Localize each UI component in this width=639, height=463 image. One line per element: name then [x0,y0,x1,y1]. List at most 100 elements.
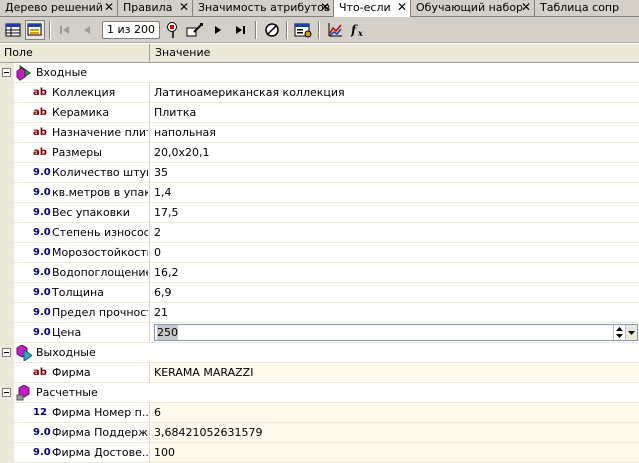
table-row[interactable]: ab Коллекция Латиноамериканская коллекци… [0,83,639,103]
close-icon[interactable]: ✕ [397,0,407,14]
group-row-input[interactable]: Входные [0,63,639,83]
attribute-name: кв.метров в упак... [52,186,148,199]
edit-icon[interactable] [185,20,205,40]
close-icon[interactable]: ✕ [104,0,114,14]
value-editor-field[interactable]: 250 [154,324,638,341]
attribute-name: Фирма Номер п... [52,406,148,419]
close-icon[interactable]: ✕ [320,0,330,14]
toolbar-separator [49,21,51,39]
table-row[interactable]: ab Керамика Плитка [0,103,639,123]
table-row[interactable]: 9.0 Предел прочности 21 [0,303,639,323]
attribute-value[interactable]: напольная [151,123,639,142]
collapse-icon[interactable] [2,348,11,357]
table-row[interactable]: 9.0 Водопоглощение 16,2 [0,263,639,283]
attribute-value[interactable]: 0 [151,243,639,262]
formula-icon[interactable]: fx [349,20,369,40]
attribute-name: Степень износос... [52,226,148,239]
numeric-type-icon: 9.0 [33,287,51,298]
group-row-output[interactable]: Выходные [0,343,639,363]
string-type-icon: ab [33,107,47,118]
attribute-value[interactable]: 16,2 [151,263,639,282]
attribute-name: Керамика [52,106,110,119]
table-row[interactable]: 9.0 Фирма Достове... 100 [0,443,639,463]
record-pager[interactable]: 1 из 200 [102,21,160,39]
toolbar-separator [318,21,320,39]
collapse-icon[interactable] [2,388,11,397]
card-view-icon[interactable] [25,20,45,40]
attribute-value[interactable]: 1,4 [151,183,639,202]
toolbar: 1 из 200 fx [0,17,639,43]
tab-contingency-table[interactable]: Таблица сопр [535,0,639,16]
group-title: Входные [36,66,88,79]
column-header-field[interactable]: Поле [0,44,150,62]
attribute-value[interactable]: 17,5 [151,203,639,222]
table-row-editing[interactable]: 9.0 Цена 250 [0,323,639,343]
attribute-value[interactable]: Латиноамериканская коллекция [151,83,639,102]
close-icon[interactable]: ✕ [179,0,189,14]
tab-label: Обучающий набор [416,1,524,14]
prev-record-icon[interactable] [77,20,97,40]
attribute-value[interactable]: 100 [151,443,639,462]
string-type-icon: ab [33,87,47,98]
table-row[interactable]: ab Размеры 20,0х20,1 [0,143,639,163]
attribute-value[interactable]: 6,9 [151,283,639,302]
table-row[interactable]: 9.0 кв.метров в упак... 1,4 [0,183,639,203]
editor-value[interactable]: 250 [157,325,178,340]
tab-label: Дерево решений [5,1,103,14]
attribute-name: Морозостойкость [52,246,148,259]
attribute-value[interactable]: 6 [151,403,639,422]
last-record-icon[interactable] [230,20,250,40]
table-icon[interactable] [3,20,23,40]
tab-label: Значимость атрибутов [198,1,331,14]
grid-header: Поле Значение [0,44,639,63]
tab-attribute-importance[interactable]: Значимость атрибутов ✕ [193,0,334,16]
attribute-name: Количество штук [52,166,148,179]
tab-label: Таблица сопр [540,1,620,14]
attribute-value[interactable]: KERAMA MARAZZI [151,363,639,382]
tab-what-if[interactable]: Что-если ✕ [334,0,411,17]
attribute-name: Фирма Достове... [52,446,148,459]
first-record-icon[interactable] [55,20,75,40]
attribute-name: Назначение плит... [52,126,148,139]
chart-icon[interactable] [325,20,345,40]
table-row[interactable]: 9.0 Степень износос... 2 [0,223,639,243]
property-grid: Входные ab Коллекция Латиноамериканская … [0,63,639,463]
table-row[interactable]: 9.0 Фирма Поддерж... 3,68421052631579 [0,423,639,443]
settings-icon[interactable] [293,20,313,40]
group-row-calculated[interactable]: Расчетные [0,383,639,403]
attribute-value[interactable]: 2 [151,223,639,242]
table-row[interactable]: 9.0 Морозостойкость 0 [0,243,639,263]
table-row[interactable]: 12 Фирма Номер п... 6 [0,403,639,423]
attribute-value[interactable]: 20,0х20,1 [151,143,639,162]
collapse-icon[interactable] [2,68,11,77]
attribute-name: Вес упаковки [52,206,130,219]
numeric-type-icon: 9.0 [33,307,51,318]
attribute-name: Цена [52,326,82,339]
close-icon[interactable]: ✕ [521,0,531,14]
tab-decision-tree[interactable]: Дерево решений ✕ [0,0,118,16]
table-row[interactable]: ab Фирма KERAMA MARAZZI [0,363,639,383]
numeric-type-icon: 9.0 [33,447,51,458]
next-record-icon[interactable] [208,20,228,40]
table-row[interactable]: 9.0 Количество штук 35 [0,163,639,183]
table-row[interactable]: ab Назначение плит... напольная [0,123,639,143]
tab-label: Правила [123,1,173,14]
calculated-group-icon [16,385,30,401]
output-group-icon [16,345,32,361]
tab-training-set[interactable]: Обучающий набор ✕ [411,0,535,16]
column-header-value[interactable]: Значение [151,44,210,62]
attribute-value[interactable]: 35 [151,163,639,182]
table-row[interactable]: 9.0 Толщина 6,9 [0,283,639,303]
attribute-value[interactable]: Плитка [151,103,639,122]
attribute-value[interactable]: 3,68421052631579 [151,423,639,442]
attribute-name: Фирма [52,366,91,379]
find-icon[interactable] [163,20,183,40]
eraser-icon[interactable] [262,20,282,40]
table-row[interactable]: 9.0 Вес упаковки 17,5 [0,203,639,223]
spin-icon[interactable] [613,325,625,340]
numeric-type-icon: 9.0 [33,427,51,438]
attribute-name: Водопоглощение [52,266,148,279]
tab-rules[interactable]: Правила ✕ [118,0,193,16]
chevron-down-icon[interactable] [625,325,637,340]
attribute-value[interactable]: 21 [151,303,639,322]
